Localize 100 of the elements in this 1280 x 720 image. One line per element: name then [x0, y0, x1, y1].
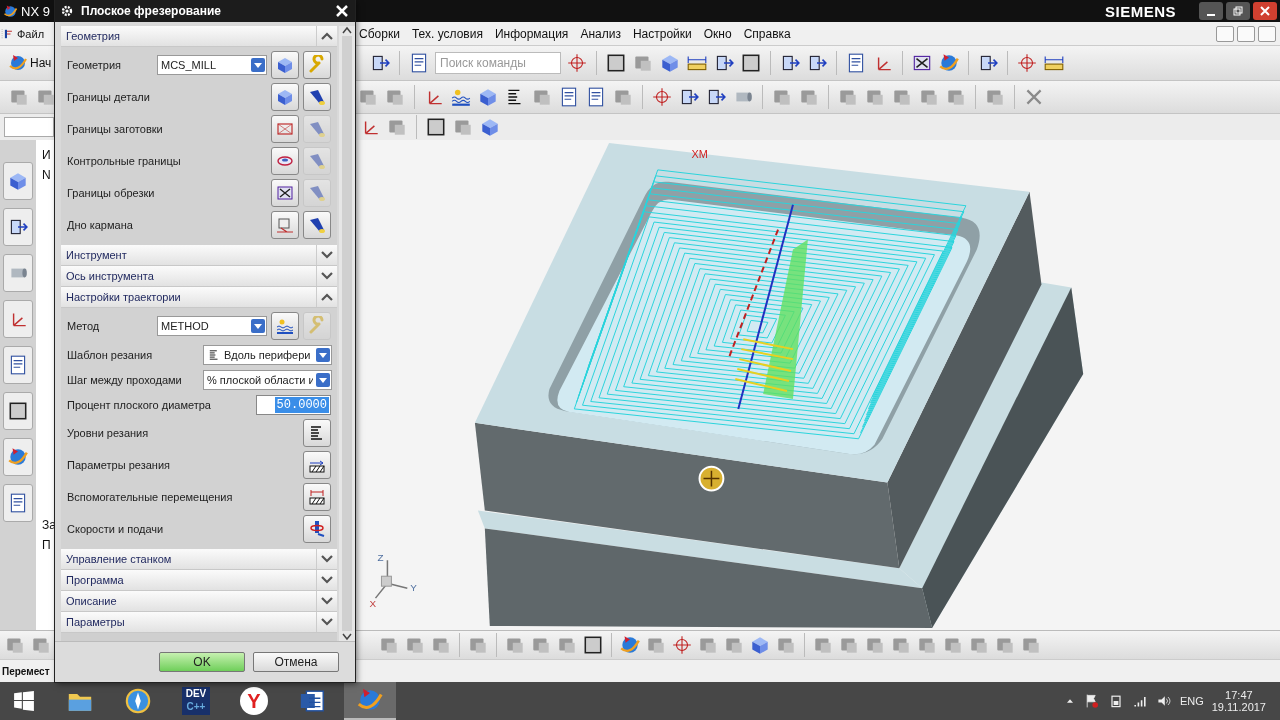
box-icon: [275, 215, 295, 235]
sidebar-tab[interactable]: [3, 392, 33, 430]
taskbar-app[interactable]: DEV C++: [170, 682, 222, 720]
tree-item[interactable]: N: [42, 168, 51, 182]
close-icon: [336, 5, 348, 17]
app-logo-icon: [3, 3, 18, 19]
dropdown[interactable]: % плоской области и: [203, 369, 332, 390]
app-logo: Y: [240, 687, 268, 715]
sidebar-tab[interactable]: [3, 346, 33, 384]
app-logo: DEV C++: [182, 687, 210, 715]
cube-icon: [275, 55, 295, 75]
taskbar-app[interactable]: Y: [228, 682, 280, 720]
icon-button[interactable]: [303, 83, 331, 111]
axis-label: Y: [410, 582, 417, 594]
globe-icon[interactable]: [938, 52, 960, 74]
restore-icon: [1233, 6, 1243, 16]
menu-item[interactable]: Анализ: [574, 26, 627, 41]
settings-icon[interactable]: [59, 3, 75, 19]
brand-name: SIEMENS: [1105, 2, 1176, 20]
panel-header[interactable]: П: [42, 538, 51, 552]
section-header[interactable]: Настройки траектории: [61, 287, 337, 308]
icon-button[interactable]: [303, 419, 331, 447]
cancel-button[interactable]: Отмена: [253, 652, 339, 672]
flashlight-icon: [307, 183, 327, 203]
sidebar-tab[interactable]: [3, 484, 33, 522]
dialog-title: Плоское фрезерование: [81, 4, 221, 18]
field-label: Геометрия: [67, 59, 122, 71]
column-header: И: [42, 148, 51, 162]
language-indicator[interactable]: ENG: [1179, 695, 1204, 707]
globe-icon: [7, 446, 29, 468]
flashlight-icon: [307, 215, 327, 235]
icon-button[interactable]: [271, 51, 299, 79]
menu-item[interactable]: Справка: [737, 26, 797, 41]
crosshair-icon[interactable]: [1016, 52, 1038, 74]
menu-item[interactable]: Настройки: [626, 26, 698, 41]
menu-item[interactable]: Информация: [488, 26, 575, 41]
scroll-down-icon[interactable]: [342, 633, 352, 641]
dropdown[interactable]: MCS_MILL: [157, 55, 267, 75]
icon-button[interactable]: [303, 515, 331, 543]
icon-button[interactable]: [303, 451, 331, 479]
icon-button[interactable]: [303, 483, 331, 511]
square-icon[interactable]: [605, 52, 627, 74]
section-header[interactable]: Ось инструмента: [61, 266, 337, 287]
crosshair-icon[interactable]: [651, 86, 673, 108]
square-icon[interactable]: [740, 52, 762, 74]
menu-item[interactable]: Сборки: [353, 26, 406, 41]
globe-icon: [8, 53, 28, 73]
axis-label: Z: [377, 552, 384, 564]
mcs-label: XM: [691, 147, 708, 160]
close-icon: [1260, 6, 1270, 16]
field-label: Границы детали: [67, 91, 150, 103]
crossed-box-icon: [275, 183, 295, 203]
clock[interactable]: 17:47 19.11.2017: [1211, 689, 1266, 713]
toolbar-grip-icon: [0, 26, 14, 41]
flashlight-icon: [307, 119, 327, 139]
section-header[interactable]: Описание: [61, 591, 337, 612]
section-header[interactable]: Геометрия: [61, 26, 337, 47]
compass-icon: [124, 687, 152, 715]
flashlight-icon: [307, 87, 327, 107]
section-header[interactable]: Параметры: [61, 612, 337, 633]
text-field[interactable]: [4, 117, 54, 137]
icon-button[interactable]: [271, 83, 299, 111]
app-name: NX 9: [21, 3, 50, 19]
section-header[interactable]: Программа: [61, 570, 337, 591]
home-button[interactable]: Нач: [8, 53, 52, 73]
square-icon: [7, 400, 29, 422]
menu-item[interactable]: Окно: [697, 26, 738, 41]
axis-label: X: [369, 598, 377, 610]
minimize-button[interactable]: [1199, 2, 1223, 20]
section-header[interactable]: Управление станком: [61, 549, 337, 570]
crosshair-icon[interactable]: [671, 634, 693, 656]
square-icon[interactable]: [425, 116, 447, 138]
crosshair-icon[interactable]: [566, 52, 588, 74]
pattern-icon: [207, 347, 221, 362]
dropdown[interactable]: Вдоль перифери: [203, 344, 332, 365]
globe-icon[interactable]: [619, 634, 641, 656]
icon-button[interactable]: [271, 147, 299, 175]
hatched-block-icon: [307, 487, 327, 507]
minimize-icon: [1207, 14, 1215, 16]
scroll-up-icon[interactable]: [342, 26, 352, 34]
square-icon[interactable]: [582, 634, 604, 656]
section-header[interactable]: Инструмент: [61, 245, 337, 266]
dropdown[interactable]: METHOD: [157, 316, 267, 336]
close-button[interactable]: [1253, 2, 1277, 20]
icon-button[interactable]: [271, 312, 299, 340]
search-field[interactable]: Поиск команды: [435, 52, 561, 74]
ok-button[interactable]: OK: [159, 652, 245, 672]
spindle-icon: [307, 519, 327, 539]
field-label: Границы заготовки: [67, 123, 163, 135]
axis-triad-icon: [374, 559, 409, 599]
scrollbar[interactable]: [339, 26, 355, 641]
sidebar-tab[interactable]: [3, 208, 33, 246]
windows-logo-icon[interactable]: [13, 690, 35, 712]
menu-item[interactable]: Тех. условия: [405, 26, 489, 41]
restore-button[interactable]: [1226, 2, 1250, 20]
field-label: Метод: [67, 320, 100, 332]
menu-item[interactable]: Файл: [14, 27, 48, 40]
icon-button[interactable]: [271, 179, 299, 207]
flashlight-icon: [307, 151, 327, 171]
icon-button[interactable]: [303, 211, 331, 239]
